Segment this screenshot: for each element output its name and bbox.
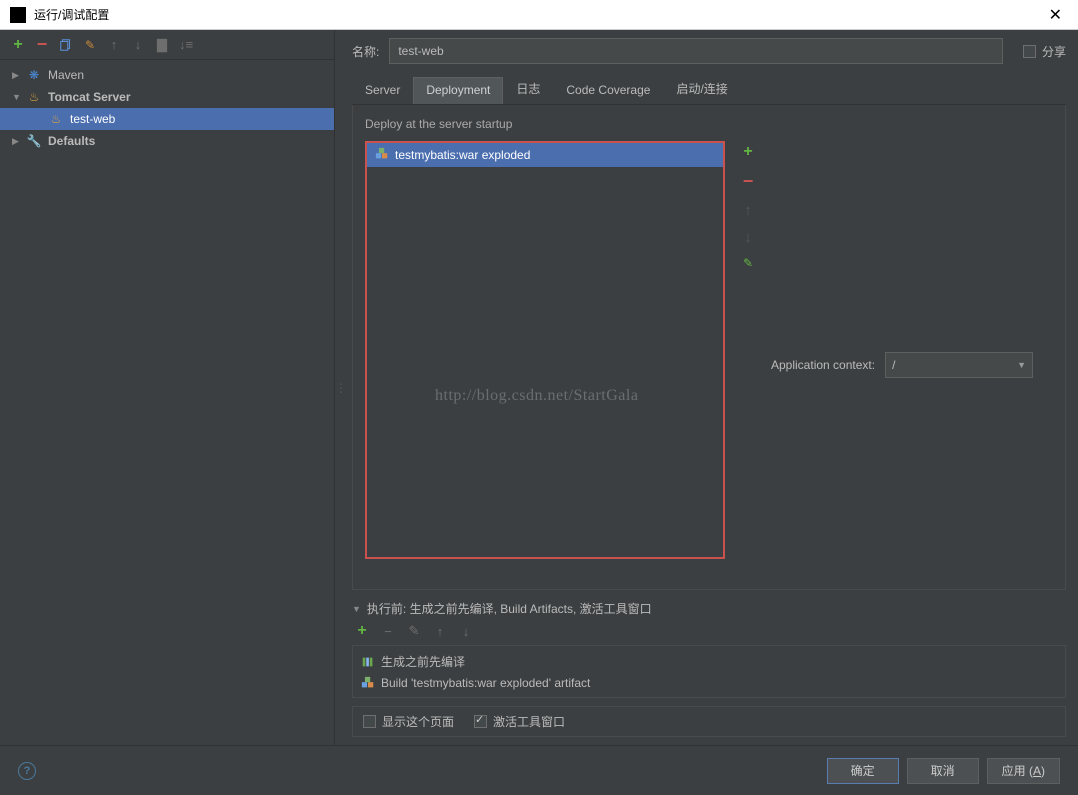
add-task-button[interactable]: + (354, 623, 370, 639)
add-artifact-button[interactable]: + (743, 143, 752, 161)
tree-node-testweb[interactable]: ♨ test-web (0, 108, 334, 130)
artifact-label: testmybatis:war exploded (395, 148, 530, 162)
checkbox-icon[interactable] (363, 715, 376, 728)
tab-logs[interactable]: 日志 (503, 74, 553, 104)
move-down-icon: ↓ (130, 37, 146, 53)
window-title: 运行/调试配置 (34, 6, 1043, 23)
before-launch-section: ▼ 执行前: 生成之前先编译, Build Artifacts, 激活工具窗口 … (352, 600, 1066, 737)
edit-task-icon: ✎ (406, 623, 422, 639)
context-label: Application context: (771, 358, 875, 372)
name-row: 名称: 分享 (352, 38, 1066, 64)
tree-node-defaults[interactable]: ▶ 🔧 Defaults (0, 130, 334, 152)
move-down-icon: ↓ (744, 229, 752, 246)
folder-icon[interactable]: ▇ (154, 37, 170, 53)
settings-icon[interactable]: ✎ (82, 37, 98, 53)
artifact-icon (375, 147, 389, 164)
move-up-icon: ↑ (432, 623, 448, 639)
cancel-button[interactable]: 取消 (907, 758, 979, 784)
move-up-icon: ↑ (106, 37, 122, 53)
before-launch-header[interactable]: ▼ 执行前: 生成之前先编译, Build Artifacts, 激活工具窗口 (352, 600, 1066, 617)
edit-artifact-button[interactable]: ✎ (743, 256, 753, 270)
tree-node-maven[interactable]: ▶ ❋ Maven (0, 64, 334, 86)
remove-artifact-button[interactable]: − (743, 171, 754, 192)
tomcat-icon: ♨ (26, 90, 42, 104)
tab-startup[interactable]: 启动/连接 (663, 74, 740, 104)
main-area: + − ✎ ↑ ↓ ▇ ↓≡ ▶ ❋ Maven ▼ ♨ Tomcat Serv… (0, 30, 1078, 745)
dialog-footer: ? 确定 取消 应用 (A) (0, 745, 1078, 795)
sort-icon[interactable]: ↓≡ (178, 37, 194, 53)
config-tree: ▶ ❋ Maven ▼ ♨ Tomcat Server ♨ test-web ▶… (0, 60, 334, 745)
before-launch-label: 执行前: 生成之前先编译, Build Artifacts, 激活工具窗口 (367, 600, 652, 617)
move-down-icon: ↓ (458, 623, 474, 639)
config-detail-panel: 名称: 分享 Server Deployment 日志 Code Coverag… (340, 30, 1078, 745)
artifact-toolbar: + − ↑ ↓ ✎ (737, 141, 759, 589)
before-launch-options: 显示这个页面 激活工具窗口 (352, 706, 1066, 737)
wrench-icon: 🔧 (26, 134, 42, 148)
app-icon (10, 7, 26, 23)
config-tabs: Server Deployment 日志 Code Coverage 启动/连接 (352, 74, 1066, 105)
checkbox-icon[interactable] (474, 715, 487, 728)
copy-config-button[interactable] (58, 37, 74, 53)
share-check-input[interactable] (1023, 45, 1036, 58)
name-label: 名称: (352, 43, 379, 60)
tree-label: test-web (70, 112, 115, 126)
help-button[interactable]: ? (18, 762, 36, 780)
chevron-down-icon: ▼ (12, 92, 22, 102)
configurations-panel: + − ✎ ↑ ↓ ▇ ↓≡ ▶ ❋ Maven ▼ ♨ Tomcat Serv… (0, 30, 335, 745)
chevron-down-icon: ▼ (352, 604, 361, 614)
context-select[interactable]: / ▼ (885, 352, 1033, 378)
share-checkbox[interactable]: 分享 (1023, 43, 1066, 60)
chevron-down-icon: ▼ (1017, 360, 1026, 370)
context-value: / (892, 358, 895, 372)
titlebar: 运行/调试配置 ✕ (0, 0, 1078, 30)
application-context-row: Application context: / ▼ (771, 141, 1033, 589)
before-launch-tasks: 生成之前先编译 Build 'testmybatis:war exploded'… (352, 645, 1066, 698)
task-label: Build 'testmybatis:war exploded' artifac… (381, 676, 590, 690)
chevron-right-icon: ▶ (12, 136, 22, 147)
remove-config-button[interactable]: − (34, 37, 50, 53)
tab-server[interactable]: Server (352, 77, 413, 104)
deploy-header: Deploy at the server startup (353, 117, 1065, 141)
deployment-tab-content: Deploy at the server startup testmybatis… (352, 105, 1066, 590)
apply-button[interactable]: 应用 (A) (987, 758, 1060, 784)
maven-icon: ❋ (26, 68, 42, 82)
tree-label: Maven (48, 68, 84, 82)
ok-button[interactable]: 确定 (827, 758, 899, 784)
move-up-icon: ↑ (744, 202, 752, 219)
tree-label: Tomcat Server (48, 90, 130, 104)
artifact-list[interactable]: testmybatis:war exploded (365, 141, 725, 559)
activate-tool-checkbox[interactable]: 激活工具窗口 (474, 713, 565, 730)
artifact-item[interactable]: testmybatis:war exploded (367, 143, 723, 167)
before-launch-toolbar: + − ✎ ↑ ↓ (352, 623, 1066, 639)
tab-coverage[interactable]: Code Coverage (553, 77, 663, 104)
task-label: 生成之前先编译 (381, 653, 465, 670)
show-page-checkbox[interactable]: 显示这个页面 (363, 713, 454, 730)
show-page-label: 显示这个页面 (382, 713, 454, 730)
tree-node-tomcat[interactable]: ▼ ♨ Tomcat Server (0, 86, 334, 108)
task-build-artifact[interactable]: Build 'testmybatis:war exploded' artifac… (353, 673, 1065, 693)
activate-tool-label: 激活工具窗口 (493, 713, 565, 730)
artifact-container: testmybatis:war exploded http://blog.csd… (365, 141, 725, 589)
chevron-right-icon: ▶ (12, 70, 22, 81)
tab-deployment[interactable]: Deployment (413, 77, 503, 104)
tree-label: Defaults (48, 134, 95, 148)
name-input[interactable] (389, 38, 1003, 64)
share-label: 分享 (1042, 43, 1066, 60)
task-build[interactable]: 生成之前先编译 (353, 650, 1065, 673)
add-config-button[interactable]: + (10, 37, 26, 53)
tomcat-icon: ♨ (48, 112, 64, 126)
deploy-area: testmybatis:war exploded http://blog.csd… (353, 141, 1065, 589)
config-toolbar: + − ✎ ↑ ↓ ▇ ↓≡ (0, 30, 334, 60)
close-icon[interactable]: ✕ (1043, 5, 1068, 25)
remove-task-button: − (380, 623, 396, 639)
